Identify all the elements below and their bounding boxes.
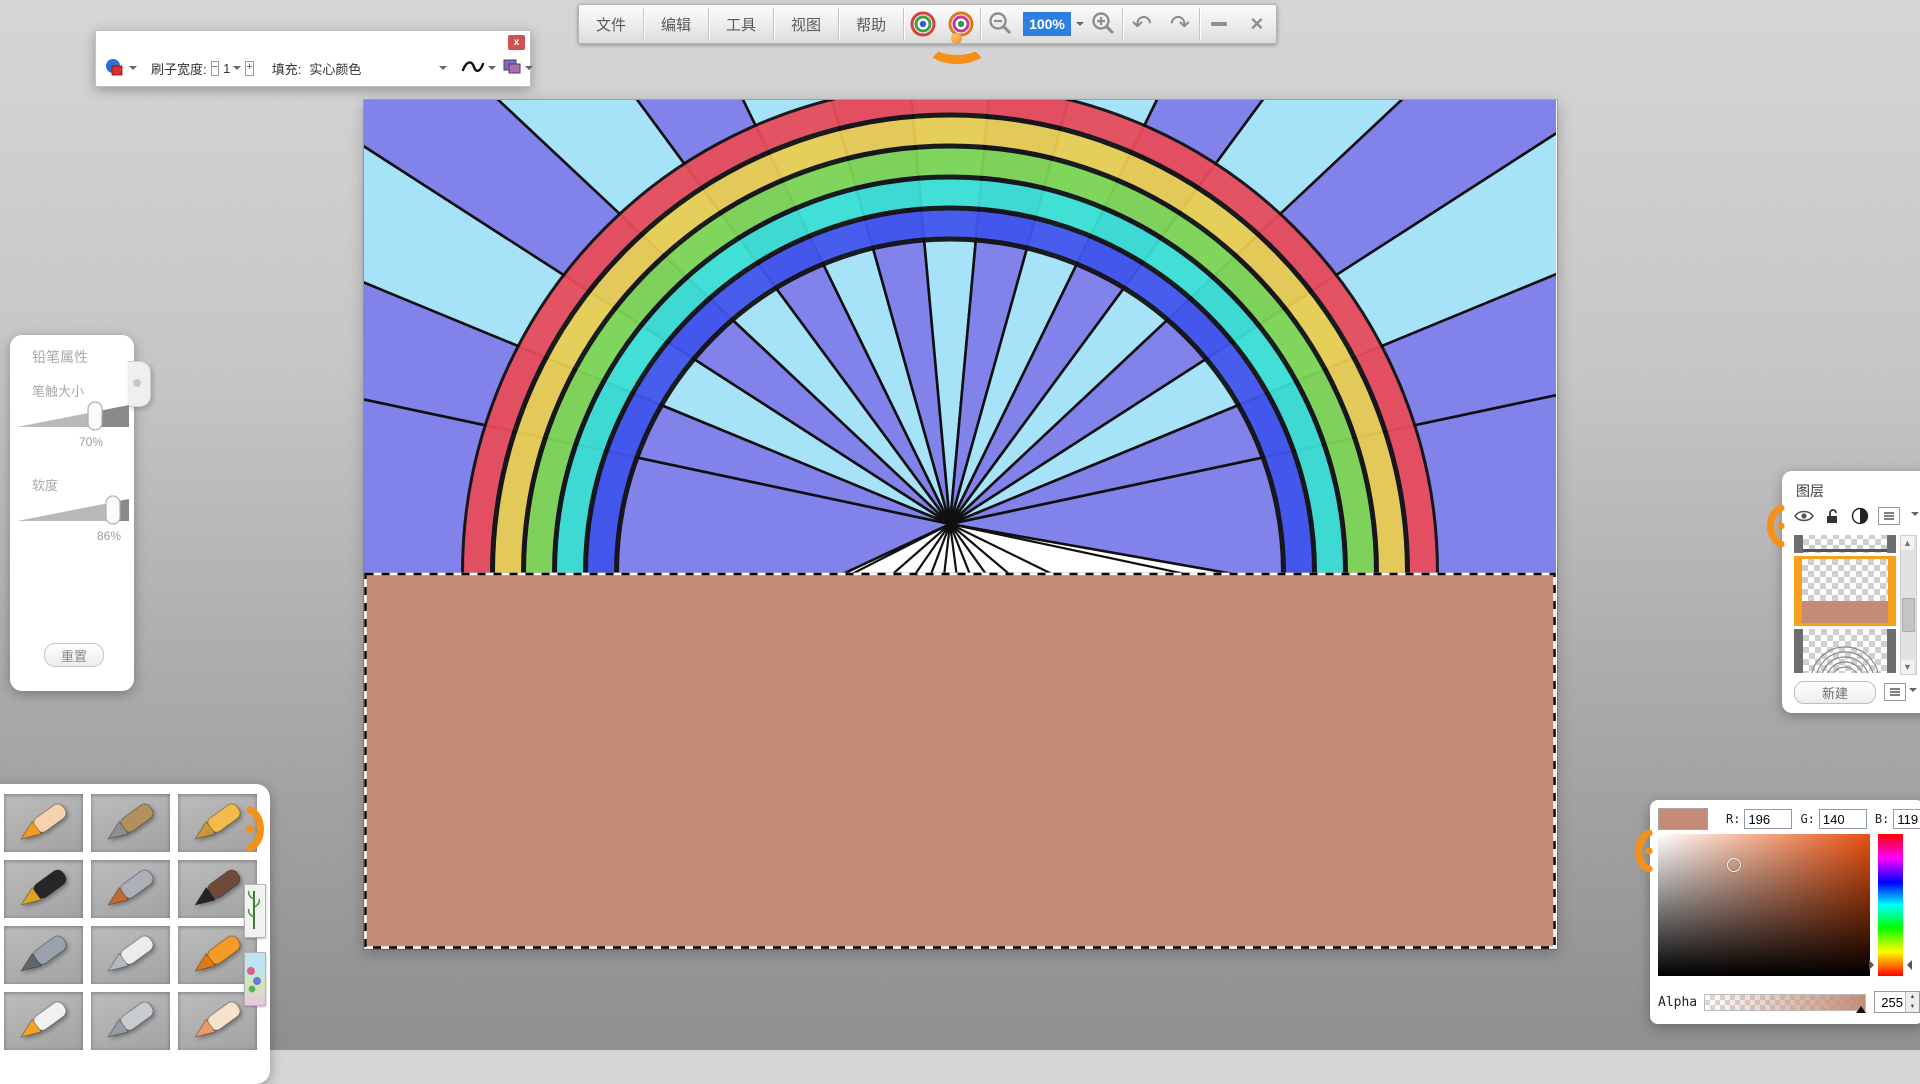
menu-help[interactable]: 帮助 (839, 5, 903, 43)
scrollbar-thumb[interactable] (1902, 598, 1915, 632)
pencil-panel-title: 铅笔属性 (32, 347, 88, 367)
alpha-up-icon[interactable]: ▲ (1906, 992, 1919, 1002)
brush-size-label: 笔触大小 (32, 381, 84, 400)
rainbow-artwork (364, 100, 1557, 949)
tool-palette-panel (0, 784, 270, 1084)
hue-slider[interactable] (1878, 834, 1903, 976)
blend-dropdown-arrow-icon[interactable] (525, 66, 533, 74)
shape-dropdown-arrow-icon[interactable] (129, 66, 137, 74)
brush-width-label: 刷子宽度: (151, 59, 207, 78)
saturation-value-field[interactable] (1658, 834, 1870, 976)
layer-lock-icon[interactable] (1822, 507, 1842, 525)
scroll-up-icon[interactable]: ▲ (1901, 536, 1914, 550)
red-input[interactable] (1744, 809, 1792, 829)
softness-label: 软度 (32, 475, 58, 494)
tool-wood-pen[interactable] (91, 794, 170, 852)
redo-button[interactable]: ↷ (1161, 5, 1199, 43)
fill-mode-select[interactable]: 实心颜色 (309, 59, 447, 78)
panel-collapse-tab[interactable] (128, 361, 151, 407)
palette-page-picture-tab[interactable] (244, 952, 266, 1006)
brush-size-slider[interactable] (17, 401, 129, 431)
layer-blend-icon[interactable] (502, 58, 522, 78)
alpha-marker-icon[interactable] (1856, 1006, 1866, 1013)
alpha-label: Alpha (1658, 995, 1704, 1010)
fill-label: 填充: (272, 59, 302, 78)
drawing-canvas[interactable] (364, 100, 1557, 949)
tool-paint-brush[interactable] (91, 860, 170, 918)
red-label: R: (1726, 812, 1740, 826)
close-brush-toolbar-button[interactable]: x (508, 35, 525, 50)
current-color-swatch (1658, 808, 1708, 830)
close-button[interactable]: × (1238, 5, 1276, 43)
menu-view[interactable]: 视图 (774, 5, 838, 43)
reset-button[interactable]: 重置 (44, 643, 104, 667)
layers-handle-icon[interactable] (1765, 503, 1787, 549)
zoom-level-value[interactable]: 100% (1023, 12, 1071, 36)
menu-tools[interactable]: 工具 (709, 5, 773, 43)
layer-options-list-icon[interactable] (1878, 507, 1900, 525)
pencil-properties-panel: 铅笔属性 笔触大小 70% 软度 86% 重置 (10, 335, 134, 691)
green-label: G: (1800, 812, 1814, 826)
clown-nose-icon (951, 33, 962, 44)
alpha-spinbox[interactable]: 255 ▲ ▼ (1874, 991, 1920, 1013)
width-dropdown-arrow-icon[interactable] (233, 66, 241, 74)
layers-panel: 图层 (1782, 471, 1920, 713)
tool-palette-knife[interactable] (91, 926, 170, 984)
layer-scrollbar[interactable]: ▲ ▼ (1900, 535, 1917, 675)
layer-menu-button[interactable] (1884, 683, 1917, 701)
alpha-down-icon[interactable]: ▼ (1906, 1002, 1919, 1012)
green-input[interactable] (1819, 809, 1867, 829)
main-toolbar: 文件 编辑 工具 视图 帮助 100% (578, 4, 1277, 44)
layer-list (1794, 535, 1896, 673)
layer-visibility-eye-icon[interactable] (1794, 507, 1814, 525)
alpha-slider[interactable] (1704, 994, 1866, 1011)
tool-airbrush[interactable] (4, 926, 83, 984)
layer-blend-halfmoon-icon[interactable] (1850, 507, 1870, 525)
fill-dropdown-arrow-icon (439, 66, 447, 74)
tool-grid (4, 794, 257, 1050)
scroll-down-icon[interactable]: ▼ (1901, 660, 1914, 674)
layer-item-selected[interactable] (1794, 556, 1896, 626)
menu-file[interactable]: 文件 (579, 5, 643, 43)
minimize-button[interactable] (1200, 5, 1238, 43)
fill-mode-value: 实心颜色 (309, 59, 361, 78)
undo-button[interactable]: ↶ (1123, 5, 1161, 43)
menu-edit[interactable]: 编辑 (644, 5, 708, 43)
tool-pencil[interactable] (4, 794, 83, 852)
zoom-in-button[interactable] (1084, 5, 1122, 43)
tool-fountain-pen[interactable] (4, 860, 83, 918)
brush-size-value: 70% (79, 435, 103, 449)
shape-color-icon[interactable] (104, 58, 126, 79)
tool-leaf-knife[interactable] (91, 992, 170, 1050)
color-picker-panel: R: G: B: Alpha 255 ▲ ▼ (1650, 800, 1920, 1024)
layer-item-top[interactable] (1794, 535, 1896, 553)
sv-marker-icon[interactable] (1727, 858, 1741, 872)
layers-panel-title: 图层 (1796, 481, 1824, 501)
blue-label: B: (1875, 812, 1889, 826)
stroke-dropdown-arrow-icon[interactable] (488, 66, 496, 74)
zoom-dropdown-arrow-icon[interactable] (1076, 22, 1084, 30)
layer-menu-dropdown-arrow-icon (1909, 688, 1917, 696)
palette-page-plant-tab[interactable] (244, 884, 266, 938)
palette-handle-icon[interactable] (244, 802, 268, 856)
blue-input[interactable] (1893, 809, 1920, 829)
hue-marker-left-icon[interactable] (1869, 960, 1879, 970)
width-decrease-button[interactable]: − (211, 61, 219, 76)
softness-value: 86% (97, 529, 121, 543)
brush-options-toolbar: x 刷子宽度: − 1 + 填充: 实心颜色 (95, 30, 531, 87)
color-picker-handle-icon[interactable] (1633, 828, 1655, 874)
new-layer-button[interactable]: 新建 (1794, 681, 1876, 704)
width-increase-button[interactable]: + (245, 61, 253, 76)
layer-item-rainbow[interactable] (1794, 629, 1896, 673)
softness-slider[interactable] (17, 495, 129, 525)
layer-options-dropdown-arrow-icon[interactable] (1911, 512, 1919, 520)
brush-width-value[interactable]: 1 (223, 61, 230, 76)
hue-marker-right-icon[interactable] (1902, 960, 1912, 970)
tool-paint-jar[interactable] (4, 992, 83, 1050)
app-background: { "app": { "menus": ["文件", "编辑", "工具", "… (0, 0, 1920, 1050)
zoom-out-button[interactable] (981, 5, 1019, 43)
stroke-style-icon[interactable] (461, 59, 485, 78)
alpha-value[interactable]: 255 (1875, 992, 1905, 1012)
